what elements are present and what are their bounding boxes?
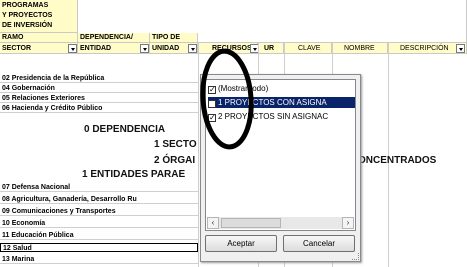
checkbox-checked-icon[interactable]: ✓ [208, 100, 216, 108]
header-programas: PROGRAMAS Y PROYECTOS DE INVERSIÓN [0, 0, 78, 33]
filter-ramo-sector: SECTOR [0, 43, 78, 54]
accept-button[interactable]: Aceptar [205, 235, 277, 252]
scroll-right-icon[interactable]: › [342, 217, 354, 229]
row-organos: 2 ÓRGAI [154, 155, 196, 166]
table-row[interactable]: 04 Gobernación [0, 84, 198, 93]
filter-option-con-asignacion[interactable]: ✓ 1 PROYECTOS CON ASIGNA [208, 97, 355, 108]
header-ramo: RAMO [0, 33, 78, 43]
filter-ur: UR [258, 43, 284, 54]
table-row[interactable]: 06 Hacienda y Crédito Público [0, 104, 198, 113]
header-blank2 [198, 33, 467, 43]
row-sector: 1 SECTO [154, 139, 197, 150]
table-row[interactable]: 12 Salud [0, 243, 198, 252]
filter-option-list[interactable]: ✓ (Mostrar todo) ✓ 1 PROYECTOS CON ASIGNA … [205, 79, 356, 231]
filter-option-label: (Mostrar todo) [218, 84, 269, 93]
table-row[interactable]: 05 Relaciones Exteriores [0, 94, 198, 103]
filter-dropdown-descripcion[interactable] [456, 44, 465, 53]
filter-clave: CLAVE [284, 43, 332, 54]
scroll-left-icon[interactable]: ‹ [207, 217, 219, 229]
row-dependencia: 0 DEPENDENCIA [84, 124, 166, 135]
cancel-button[interactable]: Cancelar [283, 235, 355, 252]
filter-option-label: 1 PROYECTOS CON ASIGNA [218, 98, 327, 107]
filter-option-show-all[interactable]: ✓ (Mostrar todo) [208, 83, 268, 94]
table-row[interactable]: 11 Educación Pública [0, 231, 198, 240]
table-row[interactable]: 02 Presidencia de la República [0, 74, 198, 83]
table-row[interactable]: 09 Comunicaciones y Transportes [0, 207, 198, 216]
scrollbar-thumb[interactable] [221, 218, 281, 228]
checkbox-checked-icon[interactable]: ✓ [208, 86, 216, 94]
checkbox-checked-icon[interactable]: ✓ [208, 114, 216, 122]
row-entidades: 1 ENTIDADES PARAE [82, 169, 186, 180]
filter-dropdown-dependencia[interactable] [140, 44, 149, 53]
table-row[interactable]: 07 Defensa Nacional [0, 183, 198, 192]
table-row[interactable]: 13 Marina [0, 255, 198, 264]
header-programas-line1: PROGRAMAS [2, 2, 49, 9]
filter-option-label: 2 PROYECTOS SIN ASIGNAC [218, 112, 329, 121]
table-row[interactable]: 10 Economía [0, 219, 198, 228]
table-row[interactable]: 08 Agricultura, Ganadería, Desarrollo Ru [0, 195, 198, 204]
header-blank [78, 0, 467, 33]
filter-recursos: RECURSOS [198, 43, 258, 54]
resize-grip-icon[interactable] [352, 253, 359, 260]
filter-dropdown-unidad[interactable] [188, 44, 197, 53]
filter-nombre: NOMBRE [332, 43, 388, 54]
horizontal-scrollbar[interactable]: ‹ › [207, 217, 354, 229]
filter-dropdown-ramo[interactable] [68, 44, 77, 53]
header-dependencia: DEPENDENCIA/ [78, 33, 150, 43]
gridline [198, 43, 199, 267]
header-programas-line2: Y PROYECTOS [2, 12, 53, 19]
header-tipo: TIPO DE [150, 33, 198, 43]
autofilter-popup: ✓ (Mostrar todo) ✓ 1 PROYECTOS CON ASIGNA … [200, 74, 361, 262]
filter-option-sin-asignacion[interactable]: ✓ 2 PROYECTOS SIN ASIGNAC [208, 111, 328, 122]
header-programas-line3: DE INVERSIÓN [2, 22, 53, 29]
row-concentrados: ONCENTRADOS [358, 155, 437, 166]
